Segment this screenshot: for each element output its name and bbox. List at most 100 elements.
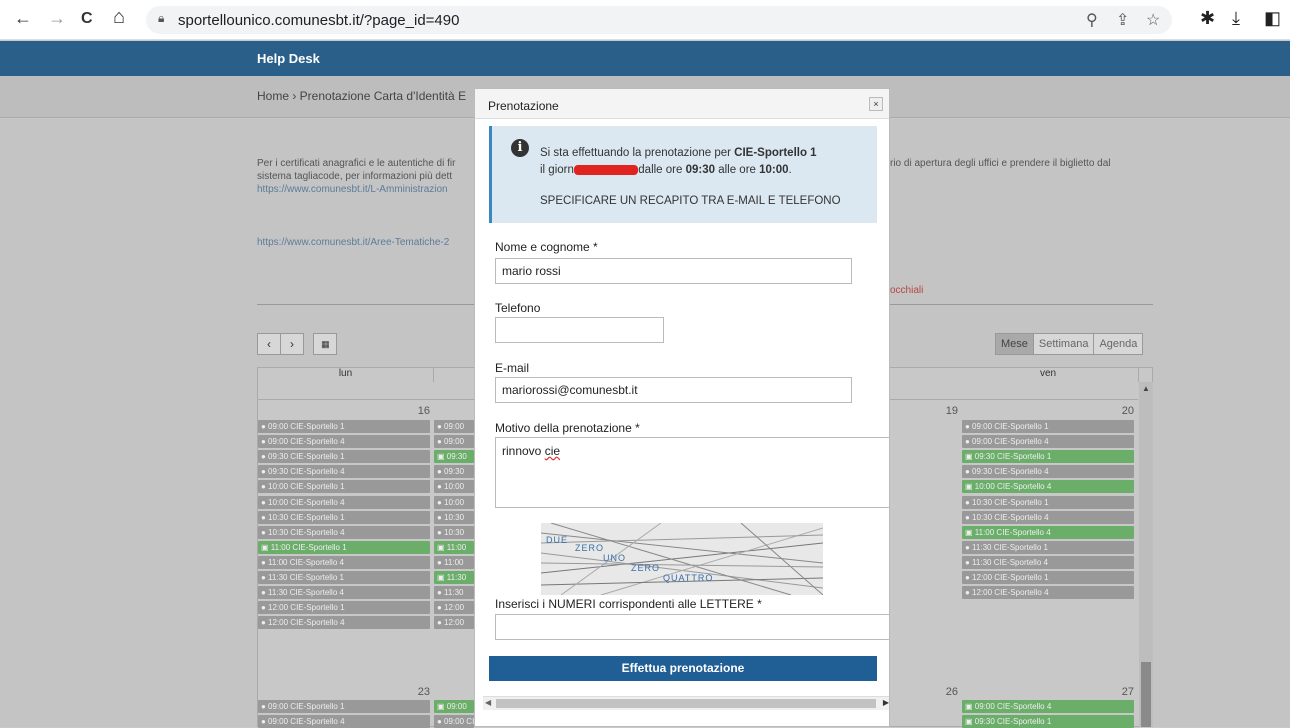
intro-line1: Per i certificati anagrafici e le autent… bbox=[257, 158, 456, 169]
captcha-noise bbox=[541, 523, 823, 595]
calendar-event[interactable]: ● 10:00 CIE-Sportello 1 bbox=[258, 480, 430, 494]
calendar-picker-icon[interactable]: ▦ bbox=[313, 333, 338, 355]
submit-booking-button[interactable]: Effettua prenotazione bbox=[489, 656, 877, 681]
star-icon[interactable]: ☆ bbox=[1146, 10, 1160, 30]
captcha-label: Inserisci i NUMERI corrispondenti alle L… bbox=[495, 597, 762, 611]
calendar-event[interactable]: ● 09:00 CIE-Sportello 1 bbox=[962, 420, 1134, 433]
name-input[interactable]: mario rossi bbox=[495, 258, 852, 284]
info-line2-mid: dalle ore bbox=[638, 164, 686, 176]
calendar-event[interactable]: ▣ 09:30 CIE-Sportello 1 bbox=[962, 450, 1134, 464]
prev-button[interactable]: ‹ bbox=[257, 333, 281, 355]
info-line2: il giorno dalle ore 09:30 alle ore 10:00. bbox=[540, 164, 792, 176]
address-bar[interactable]: 🔒︎ sportellounico.comunesbt.it/?page_id=… bbox=[146, 6, 1172, 34]
close-icon[interactable]: × bbox=[869, 97, 883, 111]
calendar-event[interactable]: ▣ 11:30 bbox=[434, 571, 474, 584]
email-input[interactable]: mariorossi@comunesbt.it bbox=[495, 377, 852, 403]
reload-icon[interactable]: C bbox=[81, 10, 93, 28]
view-agenda-button[interactable]: Agenda bbox=[1093, 333, 1144, 355]
calendar-event[interactable]: ● 11:30 CIE-Sportello 4 bbox=[962, 555, 1134, 569]
back-icon[interactable]: ← bbox=[14, 8, 32, 29]
calendar-event[interactable]: ▣ 11:00 bbox=[434, 540, 474, 554]
site-title[interactable]: Help Desk bbox=[257, 51, 320, 66]
scroll-up-icon[interactable]: ▲ bbox=[1142, 384, 1150, 393]
forward-icon[interactable]: → bbox=[48, 8, 66, 29]
scroll-right-icon[interactable]: ▶ bbox=[883, 698, 889, 707]
calendar-event[interactable]: ● 09:00 CIE-Sportello 4 bbox=[258, 715, 430, 728]
calendar-event[interactable]: ● 09:00 CIE-Sportello 4 bbox=[962, 435, 1134, 449]
calendar-event[interactable]: ● 10:00 bbox=[434, 495, 474, 509]
calendar-event[interactable]: ▣ 09:00 bbox=[434, 700, 474, 713]
calendar-event[interactable]: ● 12:00 bbox=[434, 601, 474, 615]
calendar-event[interactable]: ▣ 09:30 bbox=[434, 450, 474, 464]
calendar-event[interactable]: ● 11:00 CIE-Sportello 4 bbox=[258, 555, 430, 569]
phone-label: Telefono bbox=[495, 301, 541, 315]
captcha-word: ZERO bbox=[575, 543, 605, 553]
redaction-mark bbox=[574, 164, 639, 175]
calendar-event[interactable]: ▣ 09:30 CIE-Sportello 1 bbox=[962, 715, 1134, 728]
calendar-event[interactable]: ● 10:30 bbox=[434, 525, 474, 539]
scroll-thumb[interactable] bbox=[1141, 662, 1151, 727]
calendar-event[interactable]: ● 10:30 CIE-Sportello 4 bbox=[962, 510, 1134, 524]
calendar-event[interactable]: ● 12:00 CIE-Sportello 4 bbox=[962, 586, 1134, 600]
calendar-event[interactable]: ● 11:30 CIE-Sportello 4 bbox=[258, 586, 430, 600]
booking-modal: Prenotazione × i Si sta effettuando la p… bbox=[474, 88, 890, 727]
calendar-event[interactable]: ● 12:00 bbox=[434, 616, 474, 630]
calendar-event[interactable]: ● 10:30 CIE-Sportello 1 bbox=[962, 495, 1134, 509]
zoom-icon[interactable]: ⚲ bbox=[1086, 10, 1098, 30]
breadcrumb[interactable]: Home › Prenotazione Carta d'Identità E bbox=[257, 89, 466, 103]
info-box: i Si sta effettuando la prenotazione per… bbox=[489, 126, 877, 223]
calendar-event[interactable]: ● 09:00 bbox=[434, 420, 474, 433]
window-icon[interactable]: ◧ bbox=[1264, 8, 1281, 29]
info-line3: SPECIFICARE UN RECAPITO TRA E-MAIL E TEL… bbox=[540, 195, 841, 207]
calendar-event[interactable]: ● 09:00 CIE-Sportello 4 bbox=[258, 435, 430, 449]
calendar-event[interactable]: ● 10:00 bbox=[434, 480, 474, 494]
share-icon[interactable]: ⇪ bbox=[1116, 10, 1129, 30]
tematiche-link[interactable]: https://www.comunesbt.it/Aree-Tematiche-… bbox=[257, 237, 449, 248]
calendar-event[interactable]: ● 11:30 CIE-Sportello 1 bbox=[258, 571, 430, 584]
calendar-event[interactable]: ▣ 11:00 CIE-Sportello 4 bbox=[962, 525, 1134, 539]
captcha-word: UNO bbox=[603, 553, 626, 563]
url-text[interactable]: sportellounico.comunesbt.it/?page_id=490 bbox=[178, 12, 459, 29]
calendar-event[interactable]: ● 09:30 CIE-Sportello 4 bbox=[962, 465, 1134, 479]
view-week-button[interactable]: Settimana bbox=[1032, 333, 1095, 355]
calendar-event[interactable]: ● 09:00 CIE-Sportello 1 bbox=[258, 420, 430, 433]
info-icon: i bbox=[511, 139, 529, 157]
calendar-event[interactable]: ● 12:00 CIE-Sportello 1 bbox=[258, 601, 430, 615]
view-month-button[interactable]: Mese bbox=[995, 333, 1034, 355]
calendar-event[interactable]: ▣ 10:00 CIE-Sportello 4 bbox=[962, 480, 1134, 494]
calendar-event[interactable]: ● 12:00 CIE-Sportello 4 bbox=[258, 616, 430, 630]
next-button[interactable]: › bbox=[280, 333, 304, 355]
phone-input[interactable] bbox=[495, 317, 664, 343]
calendar-event[interactable]: ● 09:30 CIE-Sportello 4 bbox=[258, 465, 430, 479]
captcha-input[interactable] bbox=[495, 614, 889, 640]
download-icon[interactable]: ⤓ bbox=[1232, 8, 1240, 29]
reason-word2: cie bbox=[544, 444, 561, 458]
calendar-event[interactable]: ● 10:00 CIE-Sportello 4 bbox=[258, 495, 430, 509]
calendar-event[interactable]: ● 11:30 bbox=[434, 586, 474, 600]
occhiali-text[interactable]: occhiali bbox=[890, 285, 923, 296]
modal-horizontal-scrollbar[interactable]: ◀ ▶ bbox=[483, 696, 889, 710]
calendar-event[interactable]: ● 09:30 CIE-Sportello 1 bbox=[258, 450, 430, 464]
extensions-icon[interactable]: ✱ bbox=[1200, 8, 1215, 29]
reason-label: Motivo della prenotazione * bbox=[495, 421, 640, 435]
calendar-event[interactable]: ● 10:30 bbox=[434, 510, 474, 524]
info-desk: CIE-Sportello 1 bbox=[734, 147, 817, 159]
calendar-event[interactable]: ● 09:00 CIE-Sportello 1 bbox=[258, 700, 430, 713]
scroll-left-icon[interactable]: ◀ bbox=[485, 698, 491, 707]
calendar-event[interactable]: ● 09:00 CIE-Sportello 4 bbox=[434, 715, 474, 728]
day-number: 19 bbox=[945, 405, 958, 417]
calendar-event[interactable]: ● 11:00 bbox=[434, 555, 474, 569]
calendar-event[interactable]: ▣ 11:00 CIE-Sportello 1 bbox=[258, 540, 430, 554]
calendar-event[interactable]: ● 09:30 bbox=[434, 465, 474, 479]
home-icon[interactable]: ⌂ bbox=[113, 6, 125, 29]
calendar-event[interactable]: ● 11:30 CIE-Sportello 1 bbox=[962, 540, 1134, 554]
calendar-event[interactable]: ● 10:30 CIE-Sportello 1 bbox=[258, 510, 430, 524]
calendar-event[interactable]: ● 10:30 CIE-Sportello 4 bbox=[258, 525, 430, 539]
scroll-thumb[interactable] bbox=[496, 699, 876, 708]
calendar-event[interactable]: ▣ 09:00 CIE-Sportello 4 bbox=[962, 700, 1134, 713]
calendar-scrollbar[interactable]: ▲ bbox=[1139, 382, 1153, 727]
calendar-event[interactable]: ● 12:00 CIE-Sportello 1 bbox=[962, 571, 1134, 584]
site-topbar: Help Desk bbox=[0, 41, 1290, 76]
calendar-event[interactable]: ● 09:00 bbox=[434, 435, 474, 449]
reason-textarea[interactable]: rinnovo cie bbox=[495, 437, 889, 508]
